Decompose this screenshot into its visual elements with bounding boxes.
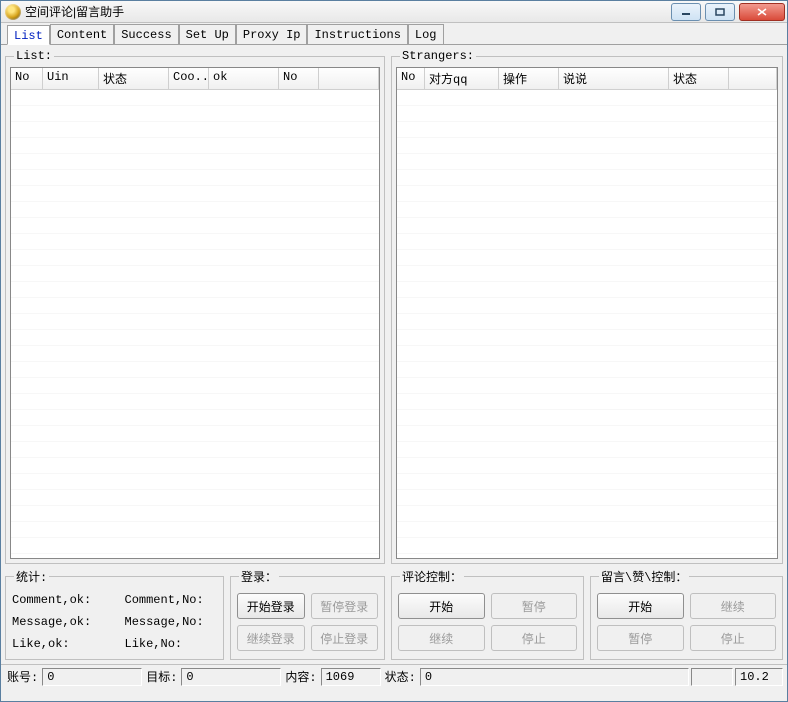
msglike-ctrl-group: 留言\赞\控制： 开始 继续 暂停 停止	[590, 568, 783, 660]
tab-log[interactable]: Log	[408, 24, 444, 44]
tab-bar: ListContentSuccessSet UpProxy IpInstruct…	[1, 23, 787, 45]
sb-account-value: 0	[42, 668, 142, 686]
titlebar: 空间评论|留言助手	[1, 1, 787, 23]
tab-list[interactable]: List	[7, 25, 50, 45]
sb-extra2: 10.2	[735, 668, 783, 686]
sb-content-value: 1069	[321, 668, 381, 686]
list-col-no2[interactable]: No	[279, 68, 319, 89]
sb-account-label: 账号:	[5, 668, 40, 685]
app-icon	[5, 4, 21, 20]
list-body[interactable]	[11, 90, 379, 558]
tab-success[interactable]: Success	[114, 24, 178, 44]
msglike-stop-button[interactable]: 停止	[690, 625, 777, 651]
sb-extra1	[691, 668, 733, 686]
list-group: List: NoUin状态Coo...okNo	[5, 49, 385, 564]
sb-target-value: 0	[181, 668, 281, 686]
comment-stop-button[interactable]: 停止	[491, 625, 578, 651]
sb-content-label: 内容:	[283, 668, 318, 685]
strangers-col-no[interactable]: No	[397, 68, 425, 89]
comment-start-button[interactable]: 开始	[398, 593, 485, 619]
status-bar: 账号: 0 目标: 0 内容: 1069 状态: 0 10.2	[1, 664, 787, 688]
login-legend: 登录：	[239, 568, 279, 585]
comment-pause-button[interactable]: 暂停	[491, 593, 578, 619]
close-button[interactable]	[739, 3, 785, 21]
tab-instr[interactable]: Instructions	[307, 24, 407, 44]
stat-message-no: Message,No:	[125, 615, 218, 629]
tab-setup[interactable]: Set Up	[179, 24, 236, 44]
comment-ctrl-legend: 评论控制：	[400, 568, 464, 585]
maximize-button[interactable]	[705, 3, 735, 21]
list-legend: List:	[14, 49, 54, 63]
login-group: 登录： 开始登录 暂停登录 继续登录 停止登录	[230, 568, 385, 660]
stats-legend: 统计:	[14, 568, 49, 585]
tab-content[interactable]: Content	[50, 24, 114, 44]
sb-state-value: 0	[420, 668, 689, 686]
comment-ctrl-group: 评论控制： 开始 暂停 继续 停止	[391, 568, 584, 660]
list-col-coo[interactable]: Coo...	[169, 68, 209, 89]
strangers-legend: Strangers:	[400, 49, 476, 63]
list-col-no[interactable]: No	[11, 68, 43, 89]
list-col-spacer	[319, 68, 379, 89]
comment-resume-button[interactable]: 继续	[398, 625, 485, 651]
login-pause-button[interactable]: 暂停登录	[311, 593, 379, 619]
window-title: 空间评论|留言助手	[25, 3, 669, 20]
list-listview[interactable]: NoUin状态Coo...okNo	[10, 67, 380, 559]
stat-like-no: Like,No:	[125, 637, 218, 651]
list-col-uin[interactable]: Uin	[43, 68, 99, 89]
msglike-start-button[interactable]: 开始	[597, 593, 684, 619]
strangers-group: Strangers: No对方qq操作说说状态	[391, 49, 783, 564]
strangers-col-spacer	[729, 68, 777, 89]
stat-message-ok: Message,ok:	[12, 615, 105, 629]
stat-like-ok: Like,ok:	[12, 637, 105, 651]
strangers-listview[interactable]: No对方qq操作说说状态	[396, 67, 778, 559]
stats-group: 统计: Comment,ok: Comment,No: Message,ok: …	[5, 568, 224, 660]
stat-comment-no: Comment,No:	[125, 593, 218, 607]
minimize-button[interactable]	[671, 3, 701, 21]
login-start-button[interactable]: 开始登录	[237, 593, 305, 619]
login-resume-button[interactable]: 继续登录	[237, 625, 305, 651]
sb-target-label: 目标:	[144, 668, 179, 685]
msglike-ctrl-legend: 留言\赞\控制：	[599, 568, 689, 585]
strangers-col-shuo[interactable]: 说说	[559, 68, 669, 89]
list-col-ok[interactable]: ok	[209, 68, 279, 89]
strangers-col-state[interactable]: 状态	[669, 68, 729, 89]
stat-comment-ok: Comment,ok:	[12, 593, 105, 607]
sb-state-label: 状态:	[383, 668, 418, 685]
login-stop-button[interactable]: 停止登录	[311, 625, 379, 651]
msglike-pause-button[interactable]: 暂停	[597, 625, 684, 651]
list-col-state[interactable]: 状态	[99, 68, 169, 89]
strangers-col-op[interactable]: 操作	[499, 68, 559, 89]
strangers-body[interactable]	[397, 90, 777, 558]
tab-proxy[interactable]: Proxy Ip	[236, 24, 308, 44]
msglike-resume-button[interactable]: 继续	[690, 593, 777, 619]
strangers-col-qq[interactable]: 对方qq	[425, 68, 499, 89]
